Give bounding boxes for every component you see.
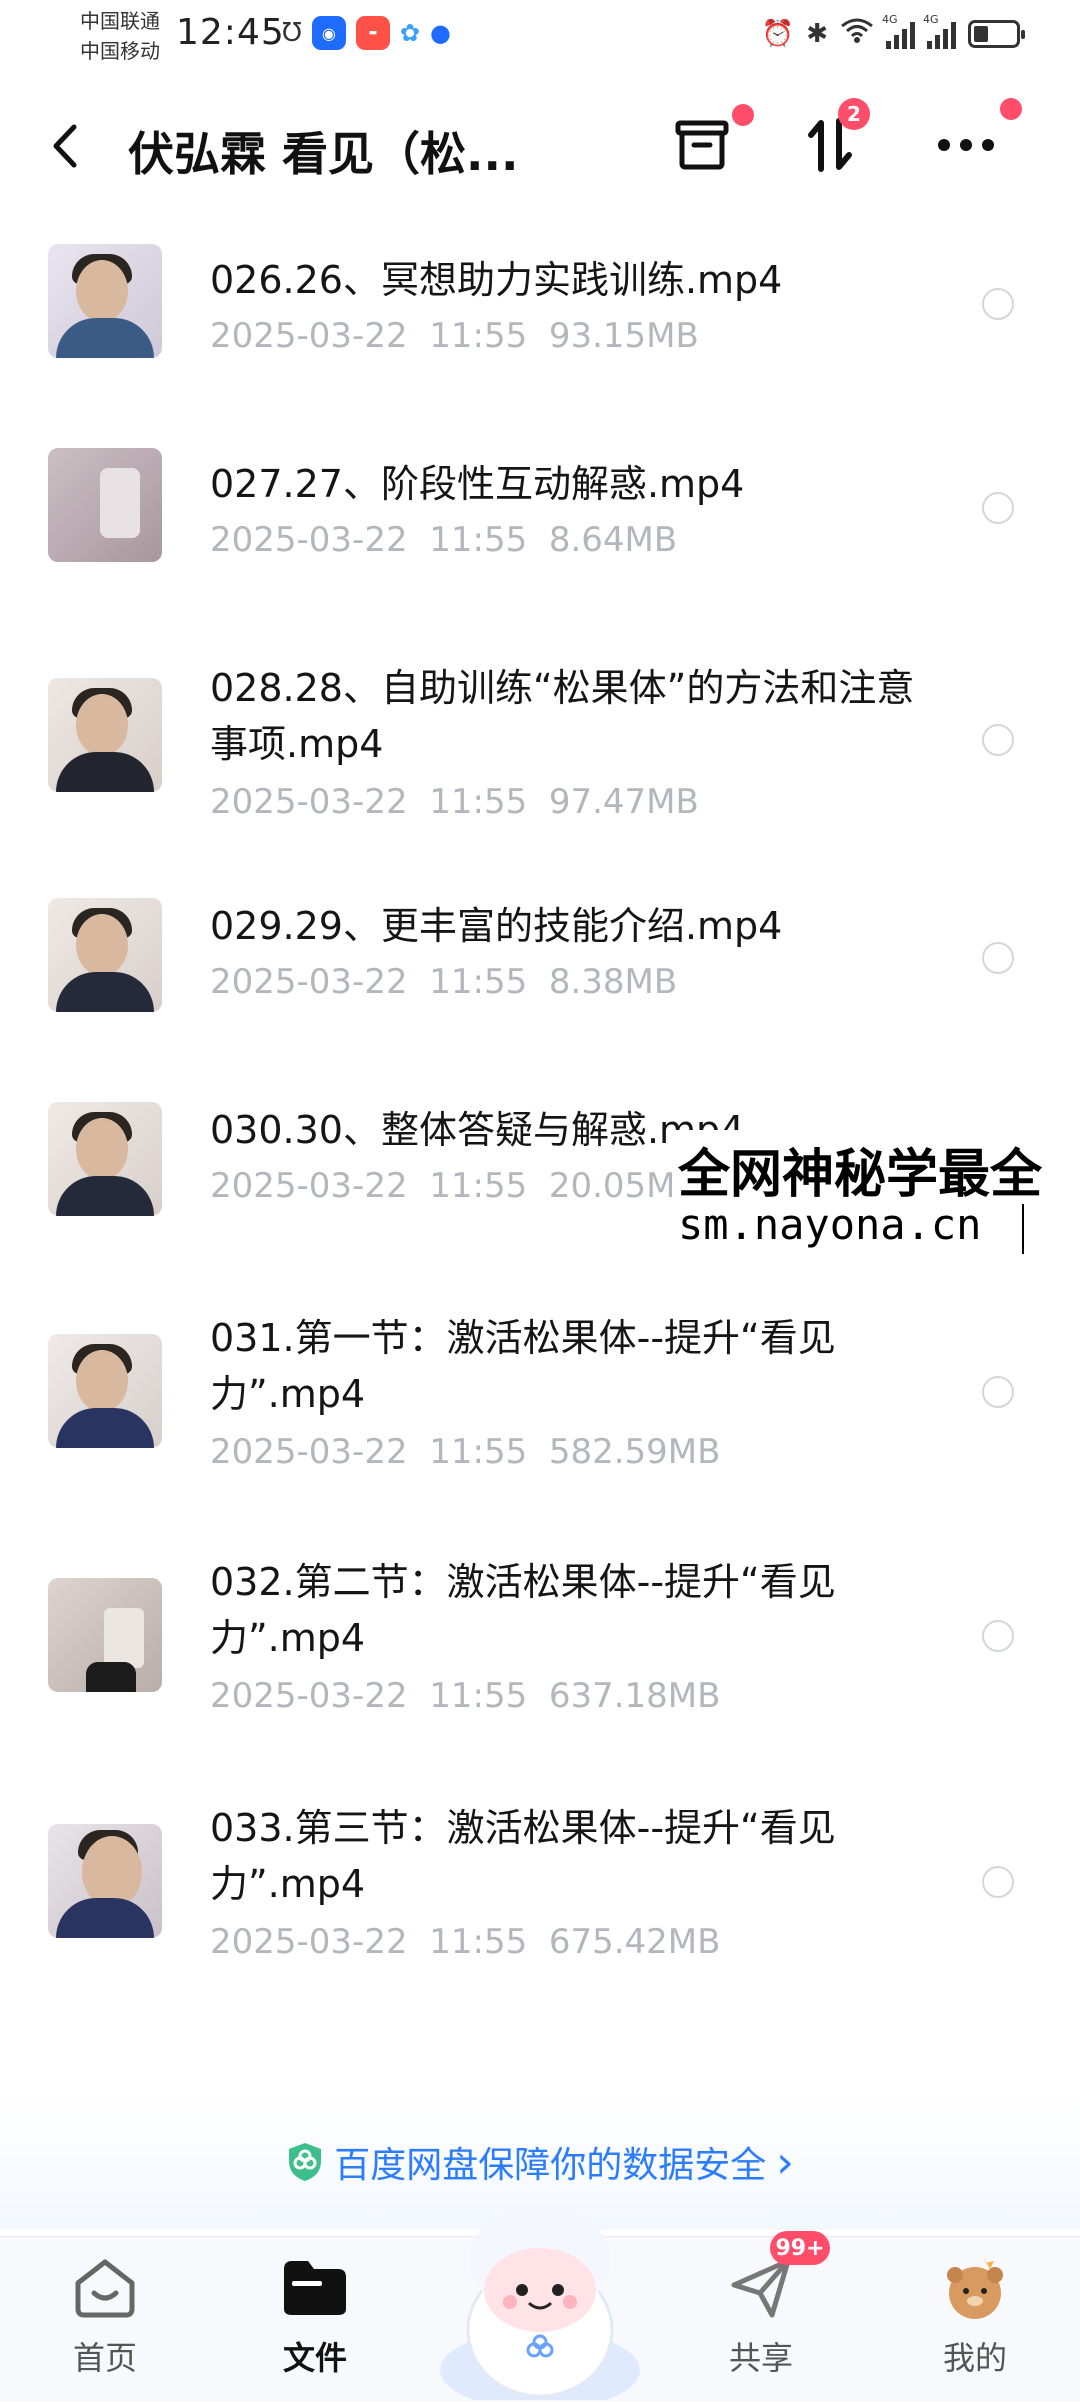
- transfer-button[interactable]: 2: [790, 98, 870, 180]
- file-name: 029.29、更丰富的技能介绍.mp4: [210, 904, 783, 948]
- file-name: 033.第三节：激活松果体--提升“看见力”.mp4: [210, 1806, 836, 1906]
- video-thumbnail: [48, 678, 162, 792]
- chevron-right-icon: ›: [776, 2136, 794, 2188]
- file-meta: 2025-03-22 11:55 8.38MB: [210, 962, 678, 1002]
- home-icon: [70, 2253, 140, 2323]
- globe-icon: ●: [429, 19, 451, 47]
- nav-share[interactable]: 99+ 共享: [686, 2231, 836, 2393]
- video-thumbnail: [48, 448, 162, 562]
- carriers: 中国联通 中国移动: [80, 6, 160, 66]
- bluetooth-icon: ✱: [806, 18, 828, 49]
- share-badge: 99+: [770, 2231, 830, 2265]
- transfer-badge: 2: [838, 98, 870, 130]
- page-title: 伏弘霖 看见（松...: [128, 127, 519, 181]
- select-radio[interactable]: [982, 288, 1014, 320]
- battery-icon: [968, 19, 1025, 48]
- shield-icon: Ʊ: [282, 18, 302, 48]
- file-name: 028.28、自助训练“松果体”的方法和注意事项.mp4: [210, 666, 915, 766]
- video-thumbnail: [48, 1578, 162, 1692]
- notification-dot: [1000, 98, 1022, 120]
- video-thumbnail: [48, 898, 162, 1012]
- file-name: 027.27、阶段性互动解惑.mp4: [210, 462, 745, 506]
- status-bar: 中国联通 中国移动 12:45 Ʊ ◉ ▬ ✿ ● ⏰ ✱ 4G 4G: [0, 0, 1080, 70]
- app-icon-red: ▬: [355, 16, 390, 50]
- notification-icons: Ʊ ◉ ▬ ✿ ●: [282, 16, 451, 50]
- signal-icon-1: 4G: [882, 13, 915, 49]
- watermark-url: sm.nayona.cn: [678, 1200, 982, 1249]
- send-icon: 99+: [726, 2231, 830, 2323]
- select-radio[interactable]: [982, 1866, 1014, 1898]
- nav-mine[interactable]: 我的: [900, 2253, 1050, 2393]
- signal-icon-2: 4G: [923, 13, 956, 49]
- app-icon-blue: ◉: [311, 16, 346, 50]
- nav-label-mine: 我的: [942, 2339, 1007, 2377]
- system-status: ⏰ ✱ 4G 4G: [761, 13, 1025, 51]
- file-meta: 2025-03-22 11:55 97.47MB: [210, 782, 699, 822]
- cloud-icon: ✿: [399, 19, 420, 47]
- file-meta: 2025-03-22 11:55 637.18MB: [210, 1676, 721, 1716]
- notification-dot: [732, 104, 754, 126]
- shield-icon: [289, 2143, 322, 2181]
- archive-button[interactable]: [662, 104, 754, 180]
- clock: 12:45: [176, 12, 285, 53]
- file-name: 031.第一节：激活松果体--提升“看见力”.mp4: [210, 1316, 836, 1416]
- file-meta: 2025-03-22 11:55 675.42MB: [210, 1922, 721, 1962]
- archive-icon: [675, 120, 729, 170]
- avatar: [940, 2253, 1010, 2323]
- file-meta: 2025-03-22 11:55 93.15MB: [210, 316, 699, 356]
- nav-label-share: 共享: [728, 2339, 793, 2377]
- back-button[interactable]: [50, 116, 110, 176]
- folder-icon: [280, 2253, 350, 2323]
- nav-files[interactable]: 文件: [240, 2253, 390, 2393]
- wifi-icon: [840, 16, 874, 51]
- file-meta: 2025-03-22 11:55 20.05MB: [210, 1166, 699, 1206]
- select-radio[interactable]: [982, 724, 1014, 756]
- watermark-text: 全网神秘学最全: [678, 1145, 1043, 1205]
- alarm-icon: ⏰: [761, 18, 795, 49]
- more-icon: [938, 139, 994, 151]
- nav-label-files: 文件: [282, 2339, 347, 2377]
- text-caret: [1022, 1204, 1024, 1254]
- video-thumbnail: [48, 244, 162, 358]
- more-button[interactable]: [926, 98, 1022, 180]
- select-radio[interactable]: [982, 942, 1014, 974]
- header: 伏弘霖 看见（松... 2: [0, 90, 1080, 200]
- carrier-1: 中国联通: [80, 9, 160, 33]
- file-name: 032.第二节：激活松果体--提升“看见力”.mp4: [210, 1560, 836, 1660]
- select-radio[interactable]: [982, 1376, 1014, 1408]
- ai-assistant-mascot[interactable]: [430, 2180, 650, 2404]
- video-thumbnail: [48, 1334, 162, 1448]
- chevron-left-icon: [53, 124, 77, 168]
- select-radio[interactable]: [982, 1620, 1014, 1652]
- video-thumbnail: [48, 1824, 162, 1938]
- file-meta: 2025-03-22 11:55 8.64MB: [210, 520, 678, 560]
- file-meta: 2025-03-22 11:55 582.59MB: [210, 1432, 721, 1472]
- video-thumbnail: [48, 1102, 162, 1216]
- nav-label-home: 首页: [72, 2339, 137, 2377]
- file-name: 026.26、冥想助力实践训练.mp4: [210, 258, 783, 302]
- select-radio[interactable]: [982, 492, 1014, 524]
- carrier-2: 中国移动: [80, 39, 160, 63]
- watermark: 全网神秘学最全 sm.nayona.cn: [672, 1130, 1080, 1260]
- nav-home[interactable]: 首页: [30, 2253, 180, 2393]
